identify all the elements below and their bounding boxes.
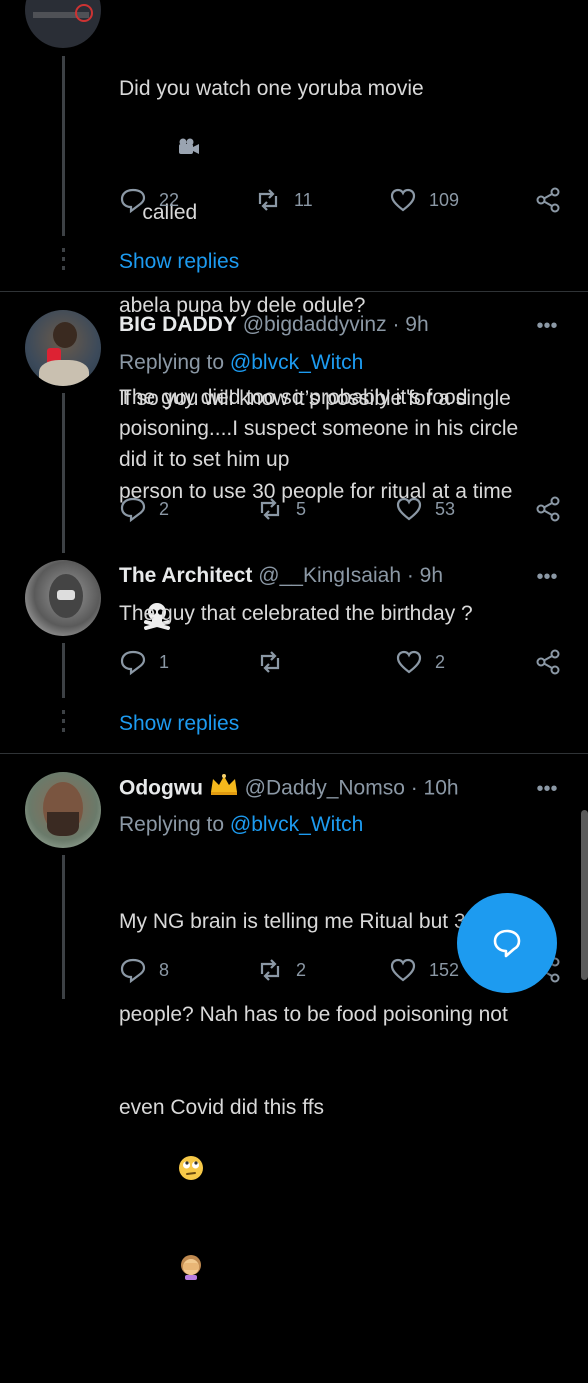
replying-to-label: Replying to xyxy=(119,813,230,836)
heart-icon xyxy=(390,188,416,212)
like-button[interactable]: 109 xyxy=(389,185,459,215)
display-name[interactable]: BIG DADDY xyxy=(119,313,237,336)
reply-icon xyxy=(120,958,146,984)
reply-button[interactable]: 8 xyxy=(119,955,169,985)
avatar[interactable] xyxy=(25,772,101,848)
share-button[interactable] xyxy=(534,494,574,524)
heart-icon xyxy=(390,958,416,982)
thread-dots xyxy=(62,248,65,270)
eye-roll-emoji-icon xyxy=(142,1123,205,1222)
divider xyxy=(0,753,588,754)
user-handle[interactable]: @Daddy_Nomso xyxy=(245,777,405,800)
user-handle[interactable]: @__KingIsaiah xyxy=(258,564,401,587)
heart-icon xyxy=(396,650,422,674)
share-button[interactable] xyxy=(534,185,574,215)
thread-line xyxy=(62,855,65,999)
timestamp: · 10h xyxy=(410,776,459,800)
like-count: 109 xyxy=(429,189,460,210)
thread-line xyxy=(62,643,65,698)
retweet-button[interactable]: 11 xyxy=(254,185,313,215)
retweet-icon xyxy=(258,189,278,211)
retweet-icon xyxy=(260,498,280,520)
replying-to: Replying to @blvck_Witch xyxy=(119,811,363,839)
share-icon xyxy=(536,649,560,675)
heart-icon xyxy=(396,497,422,521)
tweet-text: The guy that celebrated the birthday ? xyxy=(119,602,473,625)
reply-button[interactable]: 22 xyxy=(119,185,179,215)
tweet-text: The guy died too so probably it's food p… xyxy=(119,386,519,471)
reply-count: 8 xyxy=(159,959,170,980)
share-icon xyxy=(536,496,560,522)
scrollbar[interactable] xyxy=(581,810,588,980)
timestamp: · 9h xyxy=(392,313,429,336)
retweet-count: 11 xyxy=(294,189,313,210)
more-options-icon[interactable]: ••• xyxy=(532,779,562,799)
like-count: 53 xyxy=(435,498,456,519)
like-count: 152 xyxy=(429,959,460,980)
replying-to: Replying to @blvck_Witch xyxy=(119,349,363,377)
tweet-header: The Architect @__KingIsaiah · 9h xyxy=(119,562,443,590)
tweet-header: BIG DADDY @bigdaddyvinz · 9h xyxy=(119,311,429,339)
thread-line xyxy=(62,393,65,553)
avatar[interactable] xyxy=(25,310,101,386)
replying-to-handle[interactable]: @blvck_Witch xyxy=(230,813,363,836)
thread-line xyxy=(62,56,65,236)
timestamp: · 9h xyxy=(406,564,444,587)
tweet-text-line: Did you watch one yoruba movie xyxy=(119,77,424,100)
tweet-text-line: people? Nah has to be food poisoning not xyxy=(119,1003,508,1026)
movie-camera-icon xyxy=(142,104,201,197)
avatar[interactable] xyxy=(25,0,101,48)
like-button[interactable]: 152 xyxy=(389,955,459,985)
avatar[interactable] xyxy=(25,560,101,636)
reply-icon xyxy=(120,497,146,523)
share-button[interactable] xyxy=(534,647,574,677)
reply-count: 22 xyxy=(159,189,180,210)
show-replies-link[interactable]: Show replies xyxy=(119,710,239,738)
like-button[interactable]: 53 xyxy=(395,494,455,524)
replying-to-handle[interactable]: @blvck_Witch xyxy=(230,351,363,374)
thread-dots xyxy=(62,710,65,732)
show-replies-link[interactable]: Show replies xyxy=(119,248,239,276)
display-name[interactable]: Odogwu xyxy=(119,777,203,800)
tweet-text-line: even Covid did this ffs xyxy=(119,1096,325,1119)
facepalm-emoji-icon xyxy=(142,1222,205,1321)
retweet-button[interactable]: 2 xyxy=(256,955,306,985)
more-options-icon[interactable]: ••• xyxy=(532,316,562,336)
more-options-icon[interactable]: ••• xyxy=(532,567,562,587)
tweet-header: Odogwu @Daddy_Nomso · 10h xyxy=(119,774,459,804)
speech-bubble-icon xyxy=(493,929,521,958)
retweet-count: 5 xyxy=(296,498,307,519)
retweet-button[interactable]: 5 xyxy=(256,494,306,524)
crown-icon xyxy=(209,774,239,804)
reply-count: 2 xyxy=(159,498,170,519)
share-icon xyxy=(536,187,560,213)
display-name[interactable]: The Architect xyxy=(119,564,252,587)
replying-to-label: Replying to xyxy=(119,351,230,374)
like-count: 2 xyxy=(435,651,446,672)
reply-button[interactable]: 2 xyxy=(119,494,169,524)
compose-reply-button[interactable] xyxy=(457,893,557,993)
divider xyxy=(0,291,588,292)
retweet-button[interactable] xyxy=(256,647,296,677)
tweet-text-line: person to use 30 people for ritual at a … xyxy=(119,480,513,503)
retweet-icon xyxy=(260,651,280,673)
reply-button[interactable]: 1 xyxy=(119,647,169,677)
user-handle[interactable]: @bigdaddyvinz xyxy=(243,313,387,336)
reply-icon xyxy=(120,650,146,676)
retweet-icon xyxy=(260,959,280,981)
like-button[interactable]: 2 xyxy=(395,647,445,677)
retweet-count: 2 xyxy=(296,959,307,980)
reply-count: 1 xyxy=(159,651,170,672)
reply-icon xyxy=(120,188,146,214)
